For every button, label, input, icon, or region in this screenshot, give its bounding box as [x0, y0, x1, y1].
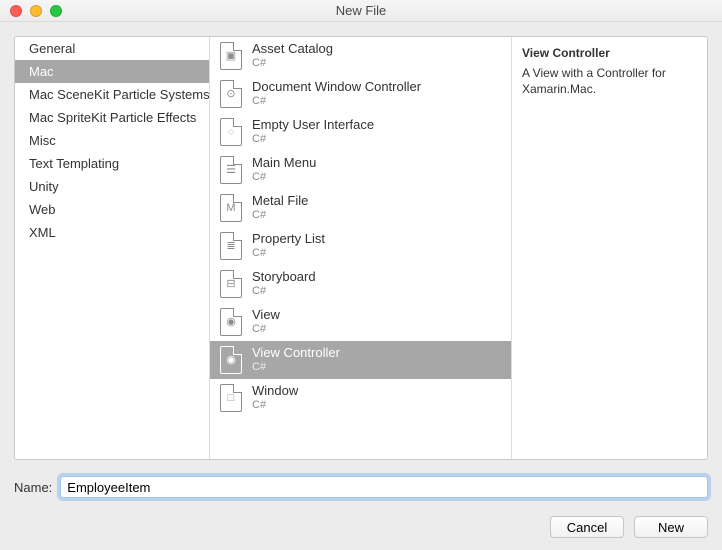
template-item[interactable]: ◌ Empty User InterfaceC#: [210, 113, 511, 151]
view-icon: ◉: [220, 308, 242, 336]
template-subtitle: C#: [252, 133, 374, 146]
template-subtitle: C#: [252, 171, 316, 184]
template-title: Document Window Controller: [252, 80, 421, 95]
button-row: Cancel New: [14, 516, 708, 538]
template-subtitle: C#: [252, 57, 333, 70]
category-item[interactable]: Unity: [15, 175, 209, 198]
file-type-glyph: M: [226, 203, 235, 214]
template-texts: StoryboardC#: [252, 270, 316, 298]
template-texts: View ControllerC#: [252, 346, 340, 374]
template-item[interactable]: □ WindowC#: [210, 379, 511, 417]
template-title: View: [252, 308, 280, 323]
template-title: Main Menu: [252, 156, 316, 171]
template-item[interactable]: ⊟ StoryboardC#: [210, 265, 511, 303]
close-window-button[interactable]: [10, 5, 22, 17]
category-item[interactable]: Misc: [15, 129, 209, 152]
template-subtitle: C#: [252, 323, 280, 336]
template-title: Property List: [252, 232, 325, 247]
template-title: Metal File: [252, 194, 308, 209]
file-type-glyph: ◉: [226, 355, 236, 366]
template-title: Asset Catalog: [252, 42, 333, 57]
detail-pane: View Controller A View with a Controller…: [512, 37, 707, 459]
view-controller-icon: ◉: [220, 346, 242, 374]
template-item[interactable]: M Metal FileC#: [210, 189, 511, 227]
file-type-glyph: ◌: [228, 127, 235, 138]
name-label: Name:: [14, 480, 52, 495]
detail-description: A View with a Controller for Xamarin.Mac…: [522, 65, 697, 97]
category-item[interactable]: XML: [15, 221, 209, 244]
window-icon: □: [220, 384, 242, 412]
template-item[interactable]: ☰ Main MenuC#: [210, 151, 511, 189]
minimize-window-button[interactable]: [30, 5, 42, 17]
category-item[interactable]: Text Templating: [15, 152, 209, 175]
template-title: Empty User Interface: [252, 118, 374, 133]
template-subtitle: C#: [252, 95, 421, 108]
template-subtitle: C#: [252, 399, 298, 412]
category-item[interactable]: Mac: [15, 60, 209, 83]
template-item[interactable]: ≣ Property ListC#: [210, 227, 511, 265]
template-texts: ViewC#: [252, 308, 280, 336]
window-controls: [10, 5, 62, 17]
template-texts: Main MenuC#: [252, 156, 316, 184]
template-title: View Controller: [252, 346, 340, 361]
main-menu-icon: ☰: [220, 156, 242, 184]
metal-file-icon: M: [220, 194, 242, 222]
document-window-controller-icon: ⊙: [220, 80, 242, 108]
file-type-glyph: ⊟: [226, 279, 235, 290]
category-item[interactable]: Web: [15, 198, 209, 221]
category-item[interactable]: Mac SceneKit Particle Systems: [15, 83, 209, 106]
file-type-glyph: ≣: [226, 241, 235, 252]
titlebar: New File: [0, 0, 722, 22]
panels: GeneralMacMac SceneKit Particle SystemsM…: [14, 36, 708, 460]
template-texts: Metal FileC#: [252, 194, 308, 222]
file-type-glyph: ⊙: [226, 89, 235, 100]
category-item[interactable]: Mac SpriteKit Particle Effects: [15, 106, 209, 129]
dialog-body: GeneralMacMac SceneKit Particle SystemsM…: [0, 22, 722, 550]
template-item[interactable]: ◉ ViewC#: [210, 303, 511, 341]
template-list[interactable]: ▣Asset CatalogC#⊙Document Window Control…: [210, 37, 512, 459]
cancel-button[interactable]: Cancel: [550, 516, 624, 538]
category-list[interactable]: GeneralMacMac SceneKit Particle SystemsM…: [15, 37, 210, 459]
template-title: Storyboard: [252, 270, 316, 285]
file-type-glyph: ▣: [226, 51, 236, 62]
template-item[interactable]: ⊙ Document Window ControllerC#: [210, 75, 511, 113]
category-item[interactable]: General: [15, 37, 209, 60]
window-title: New File: [8, 3, 714, 18]
template-texts: Property ListC#: [252, 232, 325, 260]
template-texts: Empty User InterfaceC#: [252, 118, 374, 146]
asset-catalog-icon: ▣: [220, 42, 242, 70]
template-subtitle: C#: [252, 285, 316, 298]
template-title: Window: [252, 384, 298, 399]
empty-ui-icon: ◌: [220, 118, 242, 146]
detail-title: View Controller: [522, 45, 697, 61]
name-input[interactable]: [60, 476, 708, 498]
zoom-window-button[interactable]: [50, 5, 62, 17]
template-item[interactable]: ▣ Asset CatalogC#: [210, 37, 511, 75]
name-row: Name:: [14, 476, 708, 498]
template-texts: Asset CatalogC#: [252, 42, 333, 70]
template-subtitle: C#: [252, 209, 308, 222]
template-texts: WindowC#: [252, 384, 298, 412]
storyboard-icon: ⊟: [220, 270, 242, 298]
file-type-glyph: ☰: [226, 165, 236, 176]
file-type-glyph: □: [228, 393, 235, 404]
property-list-icon: ≣: [220, 232, 242, 260]
template-texts: Document Window ControllerC#: [252, 80, 421, 108]
template-subtitle: C#: [252, 247, 325, 260]
new-button[interactable]: New: [634, 516, 708, 538]
template-item[interactable]: ◉ View ControllerC#: [210, 341, 511, 379]
template-subtitle: C#: [252, 361, 340, 374]
new-file-dialog: New File GeneralMacMac SceneKit Particle…: [0, 0, 722, 550]
file-type-glyph: ◉: [226, 317, 236, 328]
